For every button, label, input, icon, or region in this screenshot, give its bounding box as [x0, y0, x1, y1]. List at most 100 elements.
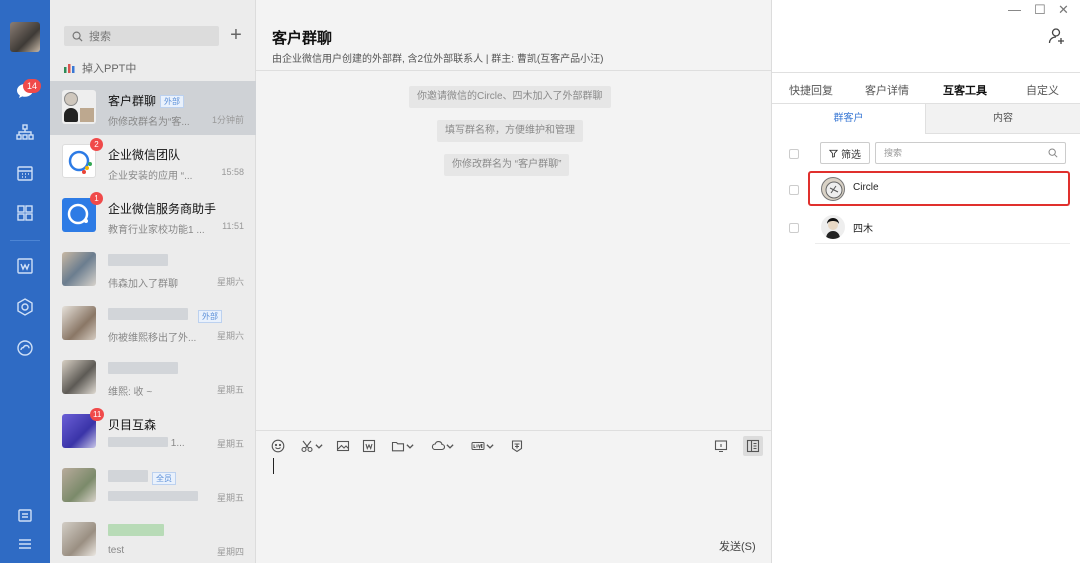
- app-hexagon-icon[interactable]: [14, 296, 36, 318]
- member-search-input[interactable]: 搜索: [875, 142, 1066, 164]
- image-icon[interactable]: [334, 438, 352, 454]
- unread-badge: 14: [23, 79, 41, 93]
- highlight-box: [808, 171, 1070, 206]
- system-message: 你修改群名为 “客户群聊”: [444, 154, 570, 176]
- maximize-icon[interactable]: ☐: [1034, 2, 1046, 18]
- word-doc-icon[interactable]: [360, 438, 378, 454]
- member-checkbox[interactable]: [789, 223, 799, 233]
- group-avatar: [62, 360, 96, 394]
- conversation-item[interactable]: 伟森加入了群聊 星期六: [50, 243, 256, 297]
- group-avatar: [62, 90, 96, 124]
- conversation-preview-tail: 1...: [170, 438, 185, 449]
- left-nav: 14: [0, 0, 50, 563]
- chevron-down-icon[interactable]: [485, 438, 495, 454]
- conversation-name: 企业微信团队: [108, 148, 181, 162]
- minimize-icon[interactable]: —: [1008, 2, 1021, 17]
- chat-panel: 客户群聊 由企业微信用户创建的外部群, 含2位外部联系人 | 群主: 曹凯(互客…: [256, 0, 771, 563]
- ppt-banner[interactable]: 掉入PPT中: [64, 60, 136, 76]
- conversation-item[interactable]: 客户群聊 外部 你修改群名为“客... 1分钟前: [50, 81, 256, 135]
- member-search-placeholder: 搜索: [884, 148, 903, 158]
- external-tag: 外部: [198, 310, 222, 323]
- search-box[interactable]: 搜索: [64, 26, 219, 46]
- conversation-name: 贝目互森: [108, 418, 157, 432]
- member-row[interactable]: 四木: [815, 210, 1070, 244]
- conversation-item[interactable]: 外部 你被维熙移出了外... 星期六: [50, 297, 256, 351]
- sidebar-toggle-icon[interactable]: [743, 436, 763, 456]
- tab-customer-detail[interactable]: 客户详情: [865, 82, 909, 98]
- select-all-checkbox[interactable]: [789, 149, 799, 159]
- conversation-item[interactable]: 维熙: 收 ~ 星期五: [50, 351, 256, 405]
- member-name: 四木: [853, 224, 873, 235]
- filter-button[interactable]: 筛选: [820, 142, 870, 164]
- conversation-preview: [108, 491, 208, 504]
- member-checkbox[interactable]: [789, 185, 799, 195]
- conversation-time: 星期五: [216, 439, 244, 449]
- external-tag: 外部: [160, 95, 185, 108]
- chevron-down-icon[interactable]: [405, 438, 415, 454]
- filter-icon: [829, 149, 838, 158]
- user-avatar[interactable]: [10, 22, 40, 52]
- conversation-name: 企业微信服务商助手: [108, 202, 217, 216]
- system-message: 填写群名称，方便维护和管理: [437, 120, 583, 142]
- chevron-down-icon[interactable]: [445, 438, 455, 454]
- search-icon: [1048, 148, 1058, 158]
- group-avatar: [62, 252, 96, 286]
- send-button[interactable]: 发送(S): [719, 538, 756, 554]
- cloud-icon[interactable]: [14, 337, 36, 359]
- conversation-preview: 你修改群名为“客...: [108, 117, 190, 128]
- calendar-icon[interactable]: [14, 162, 36, 184]
- subtab-group-customers[interactable]: 群客户: [772, 104, 925, 134]
- wecom-team-avatar: [62, 144, 96, 178]
- text-cursor: [273, 458, 274, 474]
- system-message: 你邀请微信的Circle、四木加入了外部群聊: [409, 86, 611, 108]
- tool-tabs: 快捷回复 客户详情 互客工具 自定义: [772, 72, 1080, 104]
- conversation-preview: 伟森加入了群聊: [108, 279, 178, 290]
- search-icon: [72, 31, 83, 42]
- unread-badge: 1: [90, 192, 103, 205]
- side-panel: — ☐ ✕ 快捷回复 客户详情 互客工具 自定义 群客户 内容 筛选 搜索 Ci…: [771, 0, 1080, 563]
- filter-label: 筛选: [841, 149, 861, 161]
- group-avatar: [62, 468, 96, 502]
- conversation-item[interactable]: 1 企业微信服务商助手 教育行业家校功能1 ... 11:51: [50, 189, 256, 243]
- document-icon[interactable]: [14, 255, 36, 277]
- conversation-item[interactable]: test 星期四: [50, 513, 256, 563]
- workbench-icon[interactable]: [14, 202, 36, 224]
- blurred-name: [108, 470, 148, 482]
- conversation-time: 星期五: [216, 385, 244, 395]
- conversation-item[interactable]: 11 贝目互森 1... 星期五: [50, 405, 256, 459]
- conversation-preview: 教育行业家校功能1 ...: [108, 225, 205, 236]
- red-packet-icon[interactable]: [508, 438, 526, 454]
- conversation-preview: test: [108, 545, 125, 556]
- search-placeholder: 搜索: [89, 31, 111, 43]
- add-member-icon[interactable]: [1047, 26, 1067, 49]
- close-icon[interactable]: ✕: [1058, 2, 1069, 18]
- chat-subtitle: 由企业微信用户创建的外部群, 含2位外部联系人 | 群主: 曹凯(互客产品小汪): [272, 54, 604, 65]
- chat-header-divider: [256, 70, 771, 71]
- add-icon[interactable]: +: [226, 24, 246, 46]
- chevron-down-icon[interactable]: [314, 438, 324, 454]
- bar-chart-icon: [64, 64, 75, 73]
- blurred-name: [108, 524, 164, 536]
- conversation-item[interactable]: 2 企业微信团队 企业安装的应用 “... 15:58: [50, 135, 256, 189]
- subtab-content[interactable]: 内容: [925, 104, 1080, 134]
- blurred-preview: [108, 491, 198, 501]
- tab-quick-reply[interactable]: 快捷回复: [789, 82, 833, 98]
- chat-history-icon[interactable]: [712, 438, 730, 454]
- notes-icon[interactable]: [14, 505, 36, 527]
- conversation-list: 搜索 + 掉入PPT中 客户群聊 外部 你修改群名为“客... 1分钟前 2 企业…: [50, 0, 256, 563]
- tab-custom[interactable]: 自定义: [1026, 82, 1059, 98]
- tab-huke-tools[interactable]: 互客工具: [943, 82, 987, 98]
- group-avatar: [62, 414, 96, 448]
- blurred-name: [108, 308, 188, 320]
- unread-badge: 2: [90, 138, 103, 151]
- conversation-item[interactable]: 全员 星期五: [50, 459, 256, 513]
- conversation-time: 星期四: [216, 547, 244, 557]
- conversation-preview: 维熙: 收 ~: [108, 387, 153, 398]
- menu-icon[interactable]: [14, 533, 36, 555]
- group-avatar: [62, 306, 96, 340]
- chat-title: 客户群聊: [272, 30, 333, 47]
- contacts-icon[interactable]: [14, 121, 36, 143]
- conversation-time: 星期六: [216, 331, 244, 341]
- emoji-icon[interactable]: [269, 438, 287, 454]
- conversation-preview: 企业安装的应用 “...: [108, 171, 193, 182]
